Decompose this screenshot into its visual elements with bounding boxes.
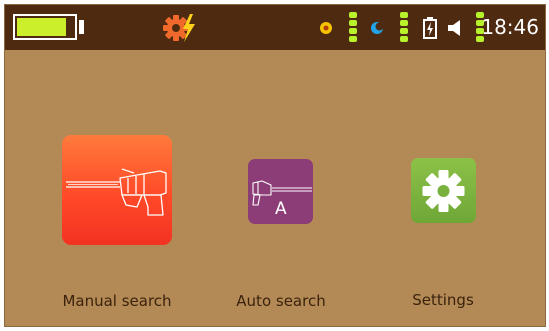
blue-moon-icon xyxy=(371,22,384,34)
signal-bar xyxy=(400,20,408,26)
signal-bar xyxy=(400,28,408,34)
signal-bar xyxy=(349,12,357,18)
battery-charging-icon xyxy=(423,17,437,39)
battery-indicator xyxy=(13,14,77,40)
yellow-dot-icon xyxy=(320,22,332,34)
auto-search-button[interactable]: A xyxy=(248,159,313,224)
manual-search-label: Manual search xyxy=(62,292,172,310)
battery-tip xyxy=(79,20,84,34)
battery-level-fill xyxy=(17,18,66,36)
auto-search-label: Auto search xyxy=(236,292,326,310)
device-screen: 18:46 Manual search A Auto search Settin… xyxy=(4,4,546,327)
settings-gear-bolt-icon[interactable] xyxy=(162,12,202,44)
settings-button[interactable] xyxy=(411,158,476,223)
settings-label: Settings xyxy=(412,291,474,309)
signal-bar xyxy=(400,36,408,42)
speaker-icon[interactable] xyxy=(447,19,463,37)
signal-bars-2 xyxy=(400,12,408,44)
auto-search-badge: A xyxy=(275,199,287,219)
manual-search-button[interactable] xyxy=(62,135,172,245)
signal-bar xyxy=(400,12,408,18)
status-bar: 18:46 xyxy=(5,5,545,50)
signal-bar xyxy=(349,28,357,34)
gear-icon xyxy=(422,170,465,212)
signal-bar xyxy=(349,20,357,26)
clock: 18:46 xyxy=(481,15,539,39)
signal-bar xyxy=(349,36,357,42)
signal-bars-1 xyxy=(349,12,357,44)
detector-probe-icon xyxy=(66,168,167,216)
